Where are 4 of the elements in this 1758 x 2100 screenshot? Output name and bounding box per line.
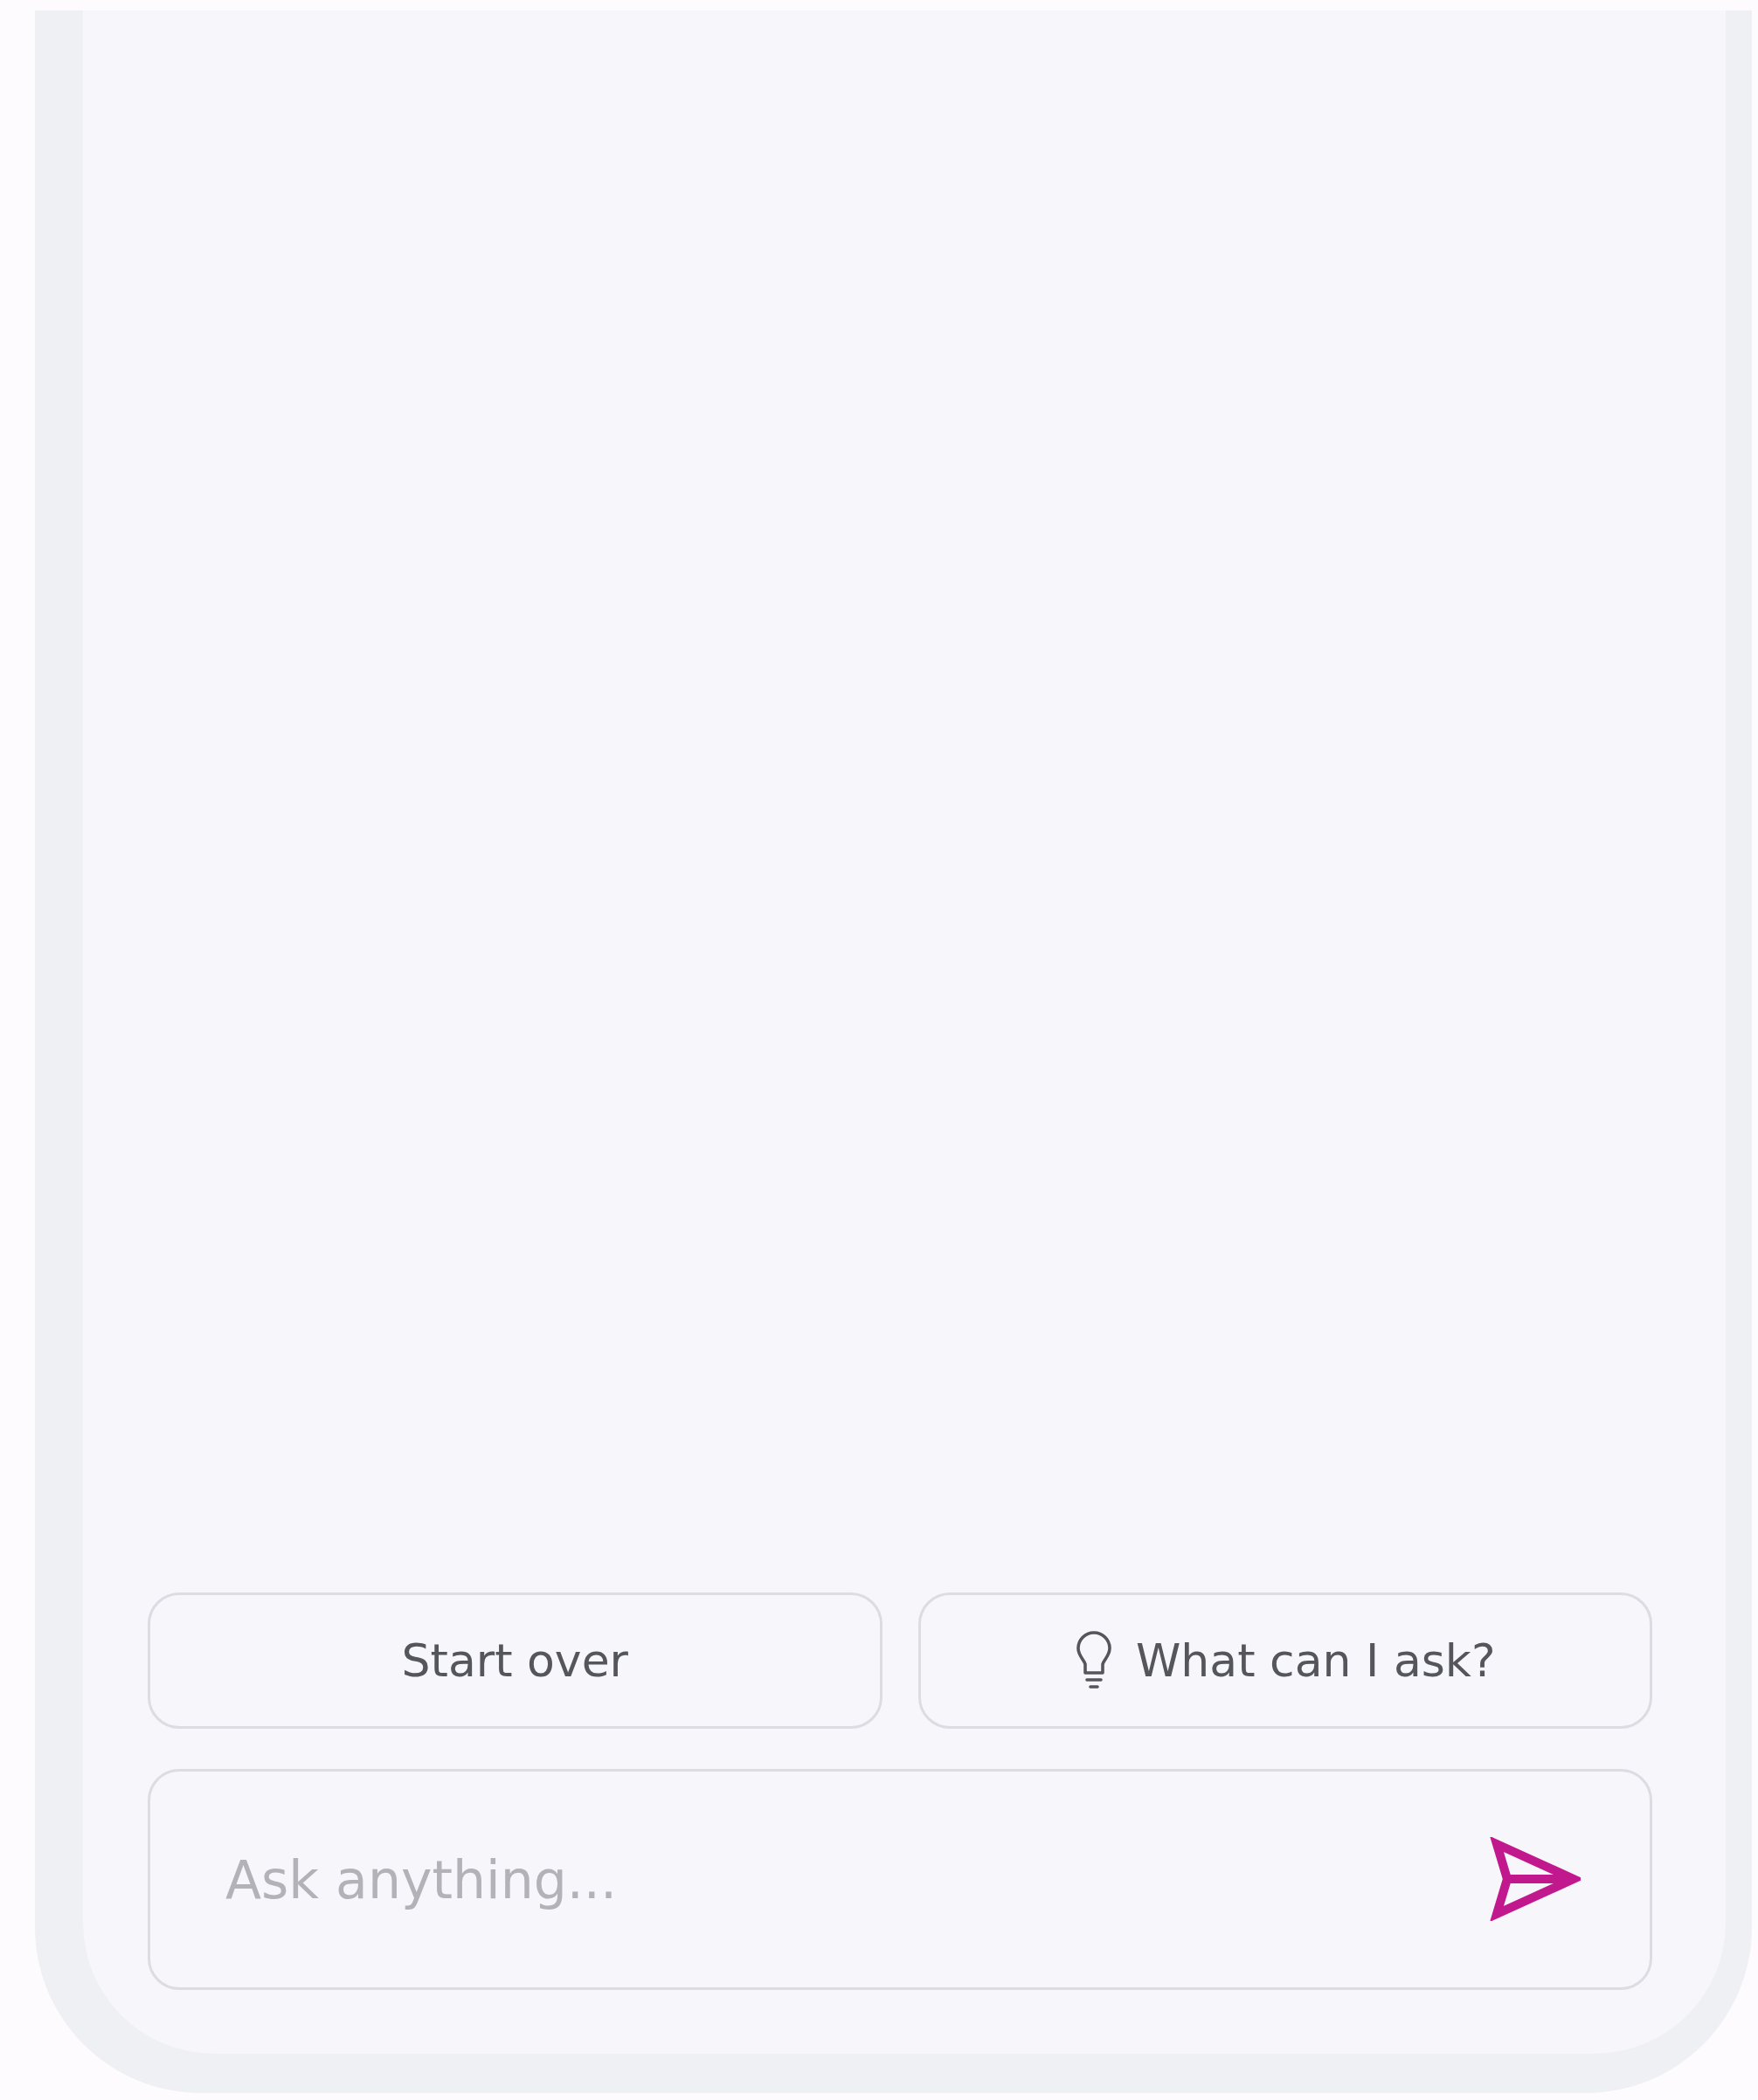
message-input[interactable]: Ask anything... <box>148 1769 1652 1990</box>
send-icon[interactable] <box>1490 1837 1581 1921</box>
help-button[interactable]: What can I ask? <box>917 1592 1652 1729</box>
start-over-button[interactable]: Start over <box>148 1592 882 1729</box>
